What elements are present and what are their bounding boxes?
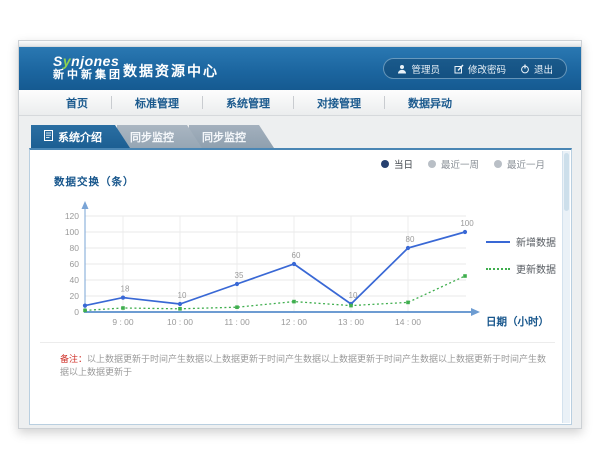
user-menu-admin-label: 管理员 xyxy=(411,62,440,76)
line-chart: 0 20 40 60 80 100 120 9 : 00 10 : 00 11 : 00 12 : … xyxy=(48,194,553,334)
tab-label: 同步监控 xyxy=(130,129,174,145)
svg-text:40: 40 xyxy=(70,275,80,285)
svg-text:18: 18 xyxy=(121,285,130,294)
tab-system-intro[interactable]: 系统介绍 xyxy=(31,125,130,148)
header: Synjones 新中新集团 数据资源中心 管理员 修改密码 xyxy=(19,47,581,90)
svg-text:0: 0 xyxy=(74,307,79,317)
legend-item-updated-data[interactable]: 更新数据 xyxy=(486,261,556,276)
svg-text:14 : 00: 14 : 00 xyxy=(395,317,421,327)
svg-text:13 : 00: 13 : 00 xyxy=(338,317,364,327)
radio-dot-icon xyxy=(428,160,436,168)
svg-text:100: 100 xyxy=(460,219,474,228)
svg-text:10: 10 xyxy=(349,291,358,300)
radio-last-month[interactable]: 最近一月 xyxy=(494,157,545,171)
svg-text:11 : 00: 11 : 00 xyxy=(224,317,250,327)
legend-label: 新增数据 xyxy=(516,234,556,249)
legend-item-new-data[interactable]: 新增数据 xyxy=(486,234,556,249)
svg-text:120: 120 xyxy=(65,211,79,221)
power-icon xyxy=(520,64,530,74)
svg-text:60: 60 xyxy=(292,251,301,260)
page-title: 数据资源中心 xyxy=(123,61,219,81)
brand-logo: Synjones 新中新集团 xyxy=(53,54,123,82)
nav-item-system-mgmt[interactable]: 系统管理 xyxy=(203,95,293,111)
svg-text:日期（小时）: 日期（小时） xyxy=(486,315,549,328)
radio-last-week-label: 最近一周 xyxy=(441,157,479,171)
content-panel: 当日 最近一周 最近一月 数据交换（条） 0 20 40 60 80 100 120 9 : … xyxy=(29,148,572,425)
radio-dot-icon xyxy=(381,160,389,168)
note-text: 以上数据更新于时间产生数据以上数据更新于时间产生数据以上数据更新于时间产生数据以… xyxy=(60,354,546,377)
legend-label: 更新数据 xyxy=(516,261,556,276)
dotted-line-icon xyxy=(486,268,510,270)
vertical-scrollbar[interactable] xyxy=(562,151,570,423)
svg-text:35: 35 xyxy=(235,271,244,280)
logout-label: 退出 xyxy=(534,62,553,76)
svg-text:100: 100 xyxy=(65,227,79,237)
user-menu: 管理员 修改密码 退出 xyxy=(383,58,567,79)
nav-item-data-change[interactable]: 数据异动 xyxy=(385,95,475,111)
svg-text:80: 80 xyxy=(406,235,415,244)
nav-item-home[interactable]: 首页 xyxy=(43,95,111,111)
svg-text:80: 80 xyxy=(70,243,80,253)
tab-label: 同步监控 xyxy=(202,129,246,145)
app-window: Synjones 新中新集团 数据资源中心 管理员 修改密码 xyxy=(18,40,582,429)
change-password-label: 修改密码 xyxy=(468,62,506,76)
panel-divider xyxy=(40,342,555,343)
brand-name-en: Synjones xyxy=(53,54,123,69)
nav-item-interface-mgmt[interactable]: 对接管理 xyxy=(294,95,384,111)
user-icon xyxy=(397,64,407,74)
tab-sync-monitor-2[interactable]: 同步监控 xyxy=(189,125,274,148)
radio-last-month-label: 最近一月 xyxy=(507,157,545,171)
svg-text:9 : 00: 9 : 00 xyxy=(112,317,134,327)
scrollbar-thumb[interactable] xyxy=(564,153,569,211)
time-range-filter: 当日 最近一周 最近一月 xyxy=(381,157,545,171)
tab-bar: 系统介绍 同步监控 同步监控 xyxy=(31,125,261,148)
brand-leaf-accent: y xyxy=(63,53,71,69)
document-icon xyxy=(44,130,53,144)
logout-button[interactable]: 退出 xyxy=(520,62,553,76)
change-password-button[interactable]: 修改密码 xyxy=(454,62,506,76)
brand-name-cn: 新中新集团 xyxy=(53,69,123,82)
nav-item-standard-mgmt[interactable]: 标准管理 xyxy=(112,95,202,111)
svg-text:12 : 00: 12 : 00 xyxy=(281,317,307,327)
solid-line-icon xyxy=(486,241,510,243)
radio-dot-icon xyxy=(494,160,502,168)
radio-last-week[interactable]: 最近一周 xyxy=(428,157,479,171)
user-menu-admin[interactable]: 管理员 xyxy=(397,62,440,76)
radio-today[interactable]: 当日 xyxy=(381,157,413,171)
svg-text:20: 20 xyxy=(70,291,80,301)
footer-note: 备注：以上数据更新于时间产生数据以上数据更新于时间产生数据以上数据更新于时间产生… xyxy=(60,353,551,379)
svg-text:60: 60 xyxy=(70,259,80,269)
chart-legend: 新增数据 更新数据 xyxy=(486,234,556,276)
tab-label: 系统介绍 xyxy=(58,129,102,145)
note-label: 备注： xyxy=(60,354,87,364)
svg-text:10 : 00: 10 : 00 xyxy=(167,317,193,327)
svg-text:10: 10 xyxy=(178,291,187,300)
main-nav: 首页 标准管理 系统管理 对接管理 数据异动 xyxy=(19,90,581,116)
y-axis-title: 数据交换（条） xyxy=(54,174,135,189)
page: Synjones 新中新集团 数据资源中心 管理员 修改密码 xyxy=(0,0,600,450)
radio-today-label: 当日 xyxy=(394,157,413,171)
edit-icon xyxy=(454,64,464,74)
